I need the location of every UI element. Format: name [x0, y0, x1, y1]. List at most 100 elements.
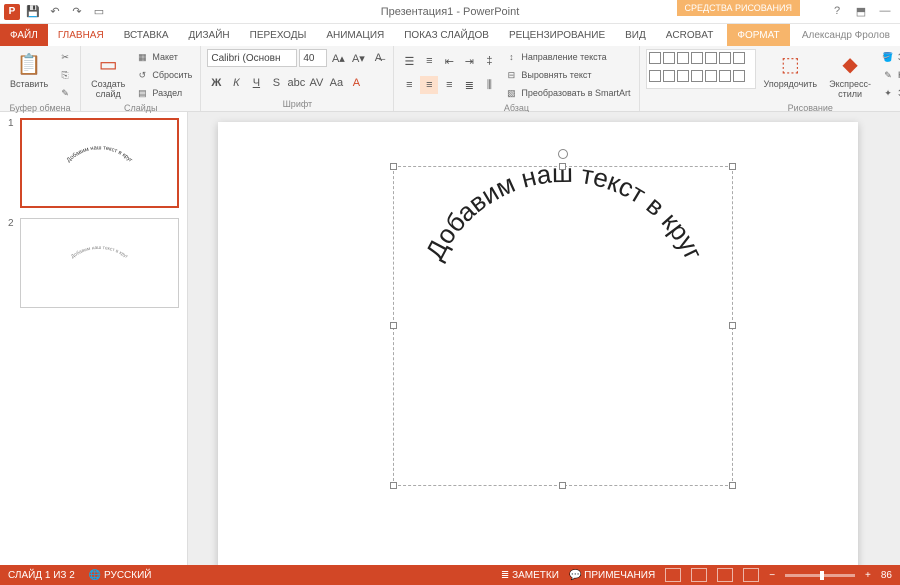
resize-handle-br[interactable] [729, 482, 736, 489]
quick-styles-button[interactable]: ◆ Экспресс- стили [825, 49, 875, 101]
align-center-button[interactable]: ≡ [420, 76, 438, 94]
tab-file[interactable]: ФАЙЛ [0, 24, 48, 46]
resize-handle-bm[interactable] [559, 482, 566, 489]
text-direction-button[interactable]: ↕Направление текста [502, 49, 632, 65]
slide-canvas[interactable]: Добавим наш текст в круг [188, 112, 900, 565]
title-bar: P 💾 ↶ ↷ ▭ Презентация1 - PowerPoint СРЕД… [0, 0, 900, 24]
redo-icon[interactable]: ↷ [68, 3, 86, 21]
shape-fill-button[interactable]: 🪣Заливка фигуры [879, 49, 900, 65]
group-label-font: Шрифт [207, 97, 387, 111]
numbering-button[interactable]: ≡ [420, 52, 438, 70]
reading-view-button[interactable] [717, 568, 733, 582]
thumbnail-number: 2 [8, 218, 16, 308]
align-text-button[interactable]: ⊟Выровнять текст [502, 67, 632, 83]
shapes-gallery[interactable] [646, 49, 756, 89]
layout-button[interactable]: ▦Макет [133, 49, 194, 65]
resize-handle-tm[interactable] [559, 163, 566, 170]
font-size-select[interactable]: 40 [299, 49, 327, 67]
shape-outline-button[interactable]: ✎Контур фигуры [879, 67, 900, 83]
comments-button[interactable]: 💬 ПРИМЕЧАНИЯ [569, 570, 655, 581]
tab-animations[interactable]: АНИМАЦИЯ [316, 24, 394, 46]
font-color-button[interactable]: A [347, 74, 365, 92]
paste-icon: 📋 [16, 51, 42, 77]
bold-button[interactable]: Ж [207, 74, 225, 92]
normal-view-button[interactable] [665, 568, 681, 582]
tab-slideshow[interactable]: ПОКАЗ СЛАЙДОВ [394, 24, 499, 46]
zoom-out-button[interactable]: − [769, 570, 775, 581]
thumbnail-slide-1[interactable]: Добавим наш текст в круг [20, 118, 179, 208]
new-slide-button[interactable]: ▭ Создать слайд [87, 49, 129, 101]
tab-insert[interactable]: ВСТАВКА [114, 24, 179, 46]
resize-handle-mr[interactable] [729, 322, 736, 329]
tab-design[interactable]: ДИЗАЙН [179, 24, 240, 46]
minimize-icon[interactable]: — [878, 5, 892, 18]
copy-button[interactable]: ⎘ [56, 67, 74, 83]
align-text-icon: ⊟ [504, 70, 518, 81]
selected-textbox[interactable]: Добавим наш текст в круг [393, 166, 733, 486]
resize-handle-bl[interactable] [390, 482, 397, 489]
context-tool-header: СРЕДСТВА РИСОВАНИЯ [677, 0, 800, 16]
cut-button[interactable]: ✂ [56, 49, 74, 65]
decrease-indent-button[interactable]: ⇤ [440, 52, 458, 70]
increase-indent-button[interactable]: ⇥ [460, 52, 478, 70]
convert-smartart-button[interactable]: ▧Преобразовать в SmartArt [502, 85, 632, 101]
rotate-handle[interactable] [558, 149, 568, 159]
char-spacing-button[interactable]: AV [307, 74, 325, 92]
resize-handle-tr[interactable] [729, 163, 736, 170]
start-from-beginning-icon[interactable]: ▭ [90, 3, 108, 21]
italic-button[interactable]: К [227, 74, 245, 92]
decrease-font-icon[interactable]: A▾ [349, 49, 367, 67]
zoom-level[interactable]: 86 [881, 570, 892, 581]
align-left-button[interactable]: ≡ [400, 76, 418, 94]
text-direction-icon: ↕ [504, 52, 518, 62]
slide[interactable]: Добавим наш текст в круг [218, 122, 858, 565]
shape-effects-button[interactable]: ✦Эффекты фигуры [879, 85, 900, 101]
section-button[interactable]: ▤Раздел [133, 85, 194, 101]
reset-button[interactable]: ↺Сбросить [133, 67, 194, 83]
tab-transitions[interactable]: ПЕРЕХОДЫ [240, 24, 317, 46]
undo-icon[interactable]: ↶ [46, 3, 64, 21]
save-icon[interactable]: 💾 [24, 3, 42, 21]
change-case-button[interactable]: Aa [327, 74, 345, 92]
thumbnail-slide-2[interactable]: Добавим наш текст в круг [20, 218, 179, 308]
sorter-view-button[interactable] [691, 568, 707, 582]
resize-handle-tl[interactable] [390, 163, 397, 170]
strike-button[interactable]: abc [287, 74, 305, 92]
justify-button[interactable]: ≣ [460, 76, 478, 94]
arrange-button[interactable]: ⬚ Упорядочить [760, 49, 822, 91]
new-slide-icon: ▭ [95, 51, 121, 77]
quick-styles-icon: ◆ [837, 51, 863, 77]
zoom-in-button[interactable]: + [865, 570, 871, 581]
slide-text-content: Добавим наш текст в круг [419, 167, 709, 265]
language-indicator[interactable]: 🌐 РУССКИЙ [89, 570, 152, 581]
shadow-button[interactable]: S [267, 74, 285, 92]
ribbon-display-icon[interactable]: ⬒ [854, 5, 868, 18]
paste-button[interactable]: 📋 Вставить [6, 49, 52, 91]
clear-format-icon[interactable]: A̶ [369, 49, 387, 67]
svg-text:Добавим наш текст в круг: Добавим наш текст в круг [66, 145, 133, 163]
bullets-button[interactable]: ☰ [400, 52, 418, 70]
tab-home[interactable]: ГЛАВНАЯ [48, 24, 114, 46]
window-controls: ? ⬒ — [830, 5, 900, 18]
tab-review[interactable]: РЕЦЕНЗИРОВАНИЕ [499, 24, 615, 46]
notes-button[interactable]: ≣ ЗАМЕТКИ [501, 570, 559, 581]
resize-handle-ml[interactable] [390, 322, 397, 329]
zoom-slider[interactable] [785, 574, 855, 577]
font-name-select[interactable]: Calibri (Основн [207, 49, 297, 67]
tab-format[interactable]: ФОРМАТ [727, 24, 789, 46]
work-area: 1 Добавим наш текст в круг 2 Добавим наш… [0, 112, 900, 565]
columns-button[interactable]: ⫼ [480, 76, 498, 94]
thumbnail-item[interactable]: 2 Добавим наш текст в круг [8, 218, 179, 308]
line-spacing-button[interactable]: ‡ [480, 52, 498, 70]
tab-acrobat[interactable]: ACROBAT [656, 24, 724, 46]
outline-icon: ✎ [881, 70, 895, 81]
format-painter-button[interactable]: ✎ [56, 85, 74, 101]
svg-text:Добавим наш текст в круг: Добавим наш текст в круг [419, 167, 709, 265]
align-right-button[interactable]: ≡ [440, 76, 458, 94]
help-icon[interactable]: ? [830, 5, 844, 18]
tab-view[interactable]: ВИД [615, 24, 656, 46]
underline-button[interactable]: Ч [247, 74, 265, 92]
thumbnail-item[interactable]: 1 Добавим наш текст в круг [8, 118, 179, 208]
slideshow-view-button[interactable] [743, 568, 759, 582]
increase-font-icon[interactable]: A▴ [329, 49, 347, 67]
